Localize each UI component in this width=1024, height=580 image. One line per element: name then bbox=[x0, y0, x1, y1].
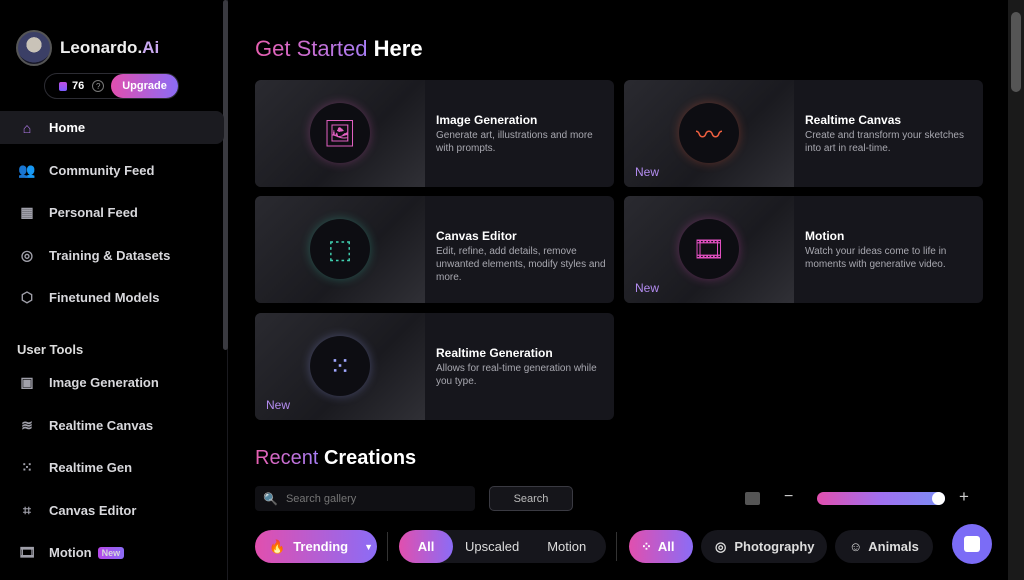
card-icon: 🎞 bbox=[679, 219, 739, 279]
camera-icon: ◎ bbox=[715, 538, 727, 554]
grid-icon: ▦ bbox=[20, 204, 34, 220]
credits-badge: 76 ? Upgrade bbox=[44, 73, 179, 99]
token-icon bbox=[59, 81, 67, 91]
cube-icon: ⬡ bbox=[20, 289, 34, 305]
sidebar-item-motion[interactable]: 🎞 Motion New bbox=[0, 536, 224, 569]
card-canvas-editor[interactable]: ⬚ Canvas Editor Edit, refine, add details,… bbox=[255, 196, 614, 303]
sidebar-item-home[interactable]: ⌂ Home bbox=[0, 111, 224, 144]
sidebar-item-community-feed[interactable]: 👥 Community Feed bbox=[0, 154, 224, 187]
gallery-search: 🔍 bbox=[255, 486, 475, 511]
card-icon: ⁙ bbox=[310, 336, 370, 396]
slider-handle[interactable] bbox=[932, 492, 945, 505]
page-title: Get Started Here bbox=[255, 36, 423, 61]
cat-icon: ☺ bbox=[849, 539, 863, 554]
section-user-tools: User Tools bbox=[17, 342, 84, 357]
community-icon: 👥 bbox=[18, 161, 36, 178]
card-icon: 〰 bbox=[679, 103, 739, 163]
home-icon: ⌂ bbox=[22, 119, 32, 136]
sidebar-item-personal-feed[interactable]: ▦ Personal Feed bbox=[0, 196, 224, 229]
sidebar-item-finetuned-models[interactable]: ⬡ Finetuned Models bbox=[0, 281, 224, 314]
new-badge: New bbox=[97, 546, 125, 559]
recent-creations-title: Recent Creations bbox=[255, 447, 417, 469]
search-icon: 🔍 bbox=[263, 491, 278, 506]
chat-icon bbox=[964, 536, 980, 552]
sidebar-item-canvas-editor[interactable]: ⌗ Canvas Editor bbox=[0, 494, 224, 527]
upgrade-button[interactable]: Upgrade bbox=[111, 74, 178, 98]
chevron-down-icon: ▼ bbox=[364, 541, 373, 552]
filter-all[interactable]: All bbox=[399, 530, 453, 563]
search-input[interactable] bbox=[285, 492, 466, 505]
search-button[interactable]: Search bbox=[489, 486, 573, 511]
sidebar-item-training-datasets[interactable]: ◎ Training & Datasets bbox=[0, 239, 224, 272]
main-content: Get Started Here 🖼 Image Generation Genera… bbox=[229, 0, 1008, 580]
card-realtime-generation[interactable]: ⁙ Realtime Generation Allows for real-time… bbox=[255, 313, 614, 420]
sidebar-item-realtime-canvas[interactable]: ≋ Realtime Canvas bbox=[0, 409, 224, 442]
help-icon[interactable]: ? bbox=[92, 80, 105, 92]
zoom-out-icon[interactable]: − bbox=[784, 488, 793, 506]
grid-icon: ⁘ bbox=[641, 538, 652, 554]
zoom-in-icon[interactable]: + bbox=[959, 487, 969, 507]
card-icon: 🖼 bbox=[310, 103, 370, 163]
dots-grid-icon: ⁙ bbox=[21, 459, 33, 475]
logo[interactable]: Leonardo.Ai bbox=[16, 30, 159, 66]
category-photography[interactable]: ◎ Photography bbox=[701, 530, 827, 563]
training-icon: ◎ bbox=[20, 246, 34, 263]
flame-icon: 🔥 bbox=[269, 538, 286, 554]
card-motion[interactable]: 🎞 Motion Watch your ideas come to life in … bbox=[624, 196, 983, 303]
sidebar-item-realtime-gen[interactable]: ⁙ Realtime Gen bbox=[0, 451, 224, 484]
image-icon: ▣ bbox=[20, 374, 34, 390]
new-badge: New bbox=[635, 165, 660, 179]
layout-icon[interactable] bbox=[745, 492, 760, 505]
card-image-generation[interactable]: 🖼 Image Generation Generate art, illustrat… bbox=[255, 80, 614, 187]
chat-support-button[interactable] bbox=[952, 524, 992, 564]
card-realtime-canvas[interactable]: 〰 Realtime Canvas Create and transform you… bbox=[624, 80, 983, 187]
sidebar-item-image-generation[interactable]: ▣ Image Generation bbox=[0, 366, 224, 399]
crop-icon: ⌗ bbox=[23, 501, 31, 518]
type-filter-group: All Upscaled Motion bbox=[399, 530, 606, 563]
zoom-slider[interactable] bbox=[817, 492, 945, 505]
film-icon: 🎞 bbox=[18, 544, 36, 560]
filter-upscaled[interactable]: Upscaled bbox=[465, 539, 519, 554]
new-badge: New bbox=[635, 281, 660, 295]
category-all[interactable]: ⁘ All bbox=[629, 530, 693, 563]
trending-dropdown[interactable]: 🔥 Trending ▼ bbox=[255, 530, 377, 563]
category-animals[interactable]: ☺ Animals bbox=[835, 530, 933, 563]
filter-motion[interactable]: Motion bbox=[547, 539, 586, 554]
avatar bbox=[16, 30, 52, 66]
card-icon: ⬚ bbox=[310, 219, 370, 279]
new-badge: New bbox=[266, 398, 291, 412]
sidebar: Leonardo.Ai 76 ? Upgrade ⌂ Home 👥 Community… bbox=[0, 0, 228, 580]
brush-icon: ≋ bbox=[21, 416, 33, 433]
page-scrollbar[interactable] bbox=[1008, 0, 1024, 580]
